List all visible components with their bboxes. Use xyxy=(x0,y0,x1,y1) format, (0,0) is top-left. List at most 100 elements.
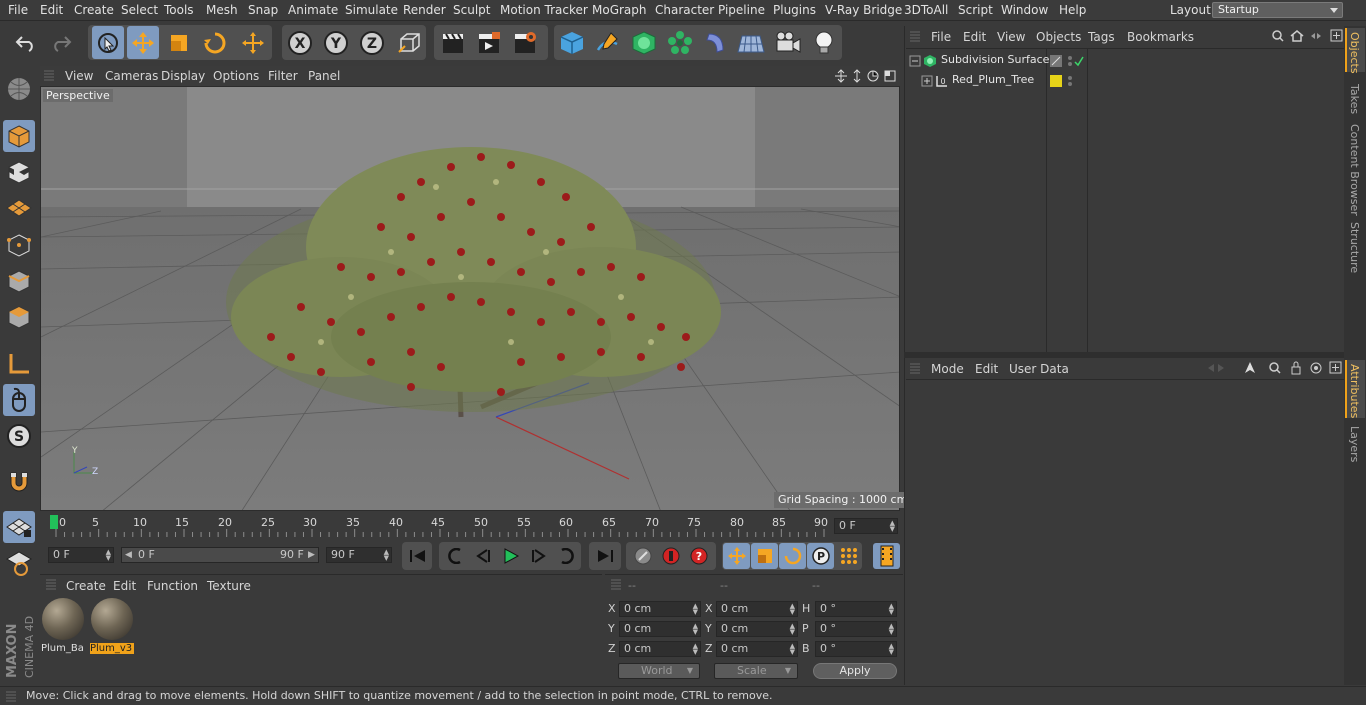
solo-button[interactable]: S xyxy=(3,420,35,452)
prev-key-button[interactable] xyxy=(441,543,468,569)
deformer-button[interactable] xyxy=(700,26,732,59)
viewport-menu-cameras[interactable]: Cameras xyxy=(105,69,158,83)
end-frame-field[interactable]: 90 F ▲ ▼ xyxy=(326,547,392,563)
material-swatch[interactable]: Plum_Ba xyxy=(41,598,85,656)
z-axis-lock-button[interactable]: Z xyxy=(356,26,388,59)
autokey-button[interactable] xyxy=(657,543,684,569)
tab-takes[interactable]: Takes xyxy=(1348,84,1361,114)
current-frame-field[interactable]: 0 F ▲ ▼ xyxy=(834,518,898,534)
tab-content-browser[interactable]: Content Browser xyxy=(1348,124,1361,216)
position-x-field[interactable]: 0 cm ▲ ▼ xyxy=(619,601,701,617)
menu-select[interactable]: Select xyxy=(121,3,158,17)
menu-animate[interactable]: Animate xyxy=(288,3,338,17)
tab-attributes[interactable]: Attributes xyxy=(1348,364,1361,418)
model-mode-button[interactable] xyxy=(3,120,35,152)
redo-button[interactable] xyxy=(45,26,77,59)
floor-environment-button[interactable] xyxy=(735,26,767,59)
position-y-field[interactable]: 0 cm ▲ ▼ xyxy=(619,621,701,637)
object-row-subdivision[interactable]: Subdivision Surface xyxy=(907,52,1343,70)
viewport-menu-panel[interactable]: Panel xyxy=(308,69,340,83)
range-left-arrow-icon[interactable]: ◀ xyxy=(125,548,132,562)
perspective-viewport[interactable]: Y Z xyxy=(40,86,900,511)
object-menu-file[interactable]: File xyxy=(931,30,951,44)
object-menu-tags[interactable]: Tags xyxy=(1088,30,1115,44)
attribute-menu-user-data[interactable]: User Data xyxy=(1009,362,1069,376)
workplane-rotate-button[interactable] xyxy=(3,547,35,579)
viewport-menu-options[interactable]: Options xyxy=(213,69,259,83)
coordinate-system-button[interactable] xyxy=(393,26,425,59)
viewport-menu-view[interactable]: View xyxy=(65,69,93,83)
layout-dropdown[interactable]: Startup xyxy=(1212,2,1343,18)
workplane-mode-button[interactable] xyxy=(3,192,35,224)
scale-tool-button[interactable] xyxy=(163,26,195,59)
pen-spline-button[interactable] xyxy=(592,26,624,59)
go-to-start-button[interactable] xyxy=(404,543,431,569)
menu-create[interactable]: Create xyxy=(74,3,114,17)
range-right-arrow-icon[interactable]: ▶ xyxy=(308,548,315,562)
next-key-button[interactable] xyxy=(553,543,580,569)
object-menu-objects[interactable]: Objects xyxy=(1036,30,1081,44)
make-editable-button[interactable] xyxy=(3,73,35,105)
subdivision-surface-button[interactable] xyxy=(628,26,660,59)
menu-simulate[interactable]: Simulate xyxy=(345,3,398,17)
attribute-menu-mode[interactable]: Mode xyxy=(931,362,964,376)
material-menu-edit[interactable]: Edit xyxy=(113,579,136,593)
size-x-field[interactable]: 0 cm ▲ ▼ xyxy=(716,601,798,617)
menu-character[interactable]: Character xyxy=(655,3,714,17)
light-button[interactable] xyxy=(808,26,840,59)
rotate-tool-button[interactable] xyxy=(199,26,231,59)
menu-window[interactable]: Window xyxy=(1001,3,1048,17)
position-z-field[interactable]: 0 cm ▲ ▼ xyxy=(619,641,701,657)
menu-help[interactable]: Help xyxy=(1059,3,1086,17)
enable-axis-button[interactable] xyxy=(3,348,35,380)
object-row-red-plum-tree[interactable]: 0 Red_Plum_Tree xyxy=(907,72,1343,90)
menu-mograph[interactable]: MoGraph xyxy=(592,3,647,17)
undo-button[interactable] xyxy=(10,26,42,59)
object-menu-bookmarks[interactable]: Bookmarks xyxy=(1127,30,1194,44)
prev-frame-button[interactable] xyxy=(469,543,496,569)
menu-edit[interactable]: Edit xyxy=(40,3,63,17)
tab-structure[interactable]: Structure xyxy=(1348,222,1361,273)
size-z-field[interactable]: 0 cm ▲ ▼ xyxy=(716,641,798,657)
menu-render[interactable]: Render xyxy=(403,3,446,17)
menu-snap[interactable]: Snap xyxy=(248,3,278,17)
menu-motion-tracker[interactable]: Motion Tracker xyxy=(500,3,588,17)
material-menu-create[interactable]: Create xyxy=(66,579,106,593)
edges-mode-button[interactable] xyxy=(3,265,35,297)
x-axis-lock-button[interactable]: X xyxy=(284,26,316,59)
menu-pipeline[interactable]: Pipeline xyxy=(718,3,765,17)
start-frame-field[interactable]: 0 F ▲ ▼ xyxy=(48,547,114,563)
render-settings-button[interactable] xyxy=(509,26,541,59)
play-button[interactable] xyxy=(497,543,524,569)
menu-3dtoall[interactable]: 3DToAll xyxy=(904,3,948,17)
render-view-button[interactable] xyxy=(437,26,469,59)
tab-objects[interactable]: Objects xyxy=(1348,32,1361,74)
y-axis-lock-button[interactable]: Y xyxy=(320,26,352,59)
viewport-menu-display[interactable]: Display xyxy=(161,69,205,83)
go-to-end-button[interactable] xyxy=(591,543,618,569)
cube-object-button[interactable] xyxy=(556,26,588,59)
menu-file[interactable]: File xyxy=(8,3,28,17)
menu-script[interactable]: Script xyxy=(958,3,993,17)
points-mode-button[interactable] xyxy=(3,229,35,261)
next-frame-button[interactable] xyxy=(525,543,552,569)
key-pla-button[interactable] xyxy=(835,543,862,569)
material-swatch-selected[interactable]: Plum_v3 xyxy=(90,598,134,656)
key-position-button[interactable] xyxy=(723,543,750,569)
menu-plugins[interactable]: Plugins xyxy=(773,3,816,17)
menu-mesh[interactable]: Mesh xyxy=(206,3,238,17)
key-parameter-button[interactable]: P xyxy=(807,543,834,569)
move-tool-button[interactable] xyxy=(127,26,159,59)
rotation-b-field[interactable]: 0 ° ▲ ▼ xyxy=(815,641,897,657)
menu-vray-bridge[interactable]: V-Ray Bridge xyxy=(825,3,902,17)
attribute-menu-edit[interactable]: Edit xyxy=(975,362,998,376)
menu-tools[interactable]: Tools xyxy=(164,3,194,17)
frame-range-slider[interactable]: ◀ 0 F 90 F ▶ xyxy=(121,547,319,563)
coordinate-space-dropdown[interactable]: World ▼ xyxy=(618,663,700,679)
workplane-lock-button[interactable] xyxy=(3,511,35,543)
tab-layers[interactable]: Layers xyxy=(1348,426,1361,462)
size-y-field[interactable]: 0 cm ▲ ▼ xyxy=(716,621,798,637)
render-picture-viewer-button[interactable] xyxy=(473,26,505,59)
transform-tool-button[interactable] xyxy=(237,26,269,59)
keyframe-selection-button[interactable]: ? xyxy=(685,543,712,569)
